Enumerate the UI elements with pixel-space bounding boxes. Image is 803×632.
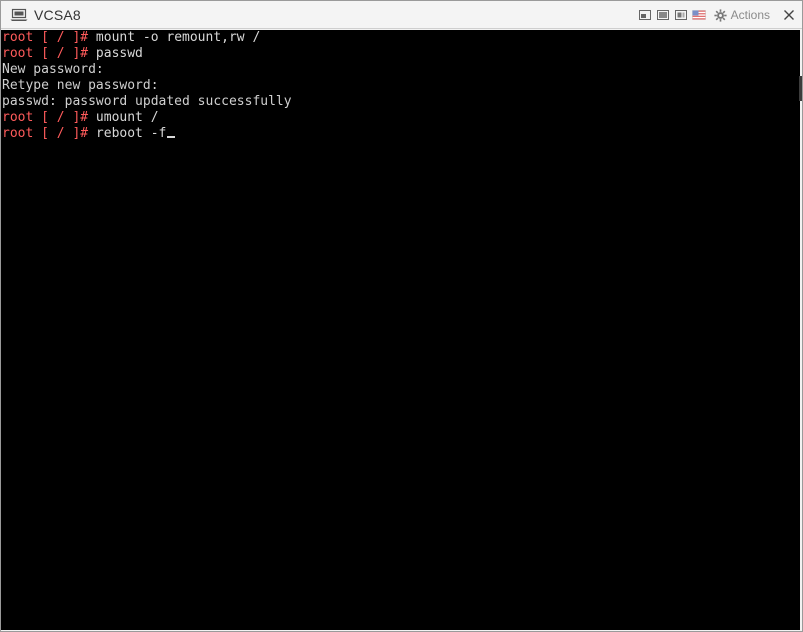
keyboard-layout-flag-icon[interactable] bbox=[691, 8, 706, 22]
console-line: root [ / ]# umount / bbox=[2, 110, 800, 126]
command-text: umount / bbox=[95, 110, 159, 125]
window-title: VCSA8 bbox=[34, 7, 81, 23]
console-line: root [ / ]# mount -o remount,rw / bbox=[2, 30, 800, 46]
command-text: reboot -f bbox=[95, 126, 167, 141]
console-line: root [ / ]# passwd bbox=[2, 46, 800, 62]
actions-label: Actions bbox=[730, 8, 770, 22]
output-text: Retype new password: bbox=[2, 78, 159, 93]
console-line: New password: bbox=[2, 62, 800, 78]
output-text: New password: bbox=[2, 62, 104, 77]
fit-window-icon[interactable] bbox=[638, 8, 652, 22]
vm-console-window: VCSA8 Actions root [/]# mount -o remou… bbox=[0, 0, 803, 632]
full-screen-icon[interactable] bbox=[656, 8, 670, 22]
close-icon[interactable] bbox=[782, 8, 796, 22]
vm-console-icon bbox=[10, 8, 28, 22]
command-text: passwd bbox=[95, 46, 143, 61]
command-text: mount -o remount,rw / bbox=[95, 30, 261, 45]
console-screen[interactable]: root [ / ]# mount -o remount,rw / root [… bbox=[1, 30, 800, 630]
gear-icon bbox=[714, 8, 727, 22]
send-keys-icon[interactable] bbox=[674, 8, 688, 22]
shell-prompt: root [ / ]# bbox=[2, 30, 96, 45]
console-line: passwd: password updated successfully bbox=[2, 94, 800, 110]
text-cursor bbox=[167, 136, 176, 138]
actions-menu[interactable]: Actions bbox=[714, 8, 770, 22]
console-line: root [ / ]# reboot -f bbox=[2, 126, 800, 142]
shell-prompt: root [ / ]# bbox=[2, 126, 96, 141]
title-bar: VCSA8 Actions bbox=[1, 1, 802, 29]
output-text: passwd: password updated successfully bbox=[2, 94, 292, 109]
title-bar-controls: Actions bbox=[634, 6, 796, 24]
shell-prompt: root [ / ]# bbox=[2, 110, 96, 125]
scroll-edge bbox=[799, 76, 802, 101]
console-line: Retype new password: bbox=[2, 78, 800, 94]
shell-prompt: root [ / ]# bbox=[2, 46, 96, 61]
